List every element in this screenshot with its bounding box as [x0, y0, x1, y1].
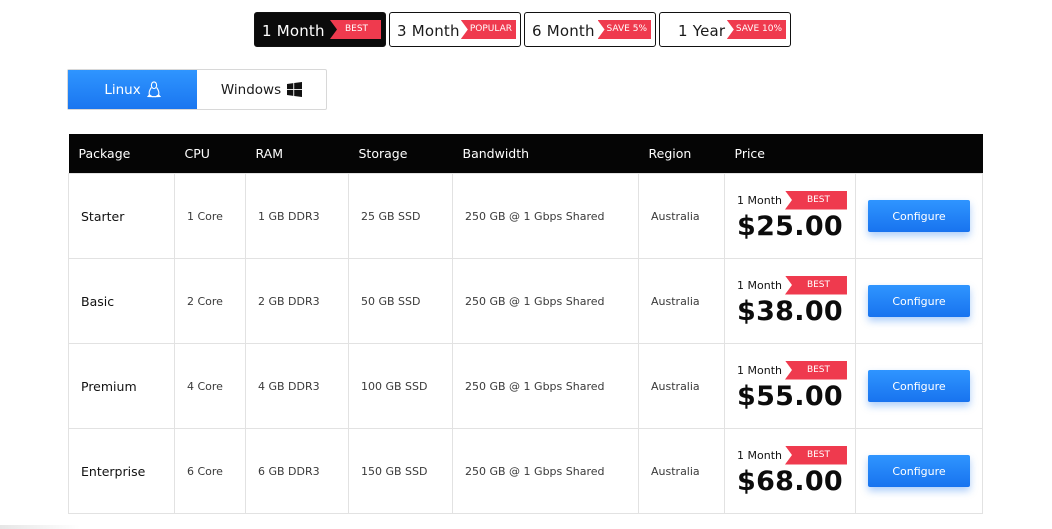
package-name: Enterprise	[68, 428, 175, 514]
configure-button[interactable]: Configure	[868, 200, 970, 232]
action-cell: Configure	[855, 258, 983, 344]
cpu-value: 1 Core	[174, 173, 246, 259]
price-cell: 1 Month BEST $38.00	[724, 258, 856, 344]
period-6-month[interactable]: 6 Month SAVE 5%	[524, 12, 656, 47]
price-period: 1 Month	[737, 448, 782, 462]
table-row: Starter 1 Core 1 GB DDR3 25 GB SSD 250 G…	[68, 173, 983, 259]
package-name: Premium	[68, 343, 175, 429]
windows-logo-icon	[287, 82, 303, 97]
price-badge: BEST	[784, 360, 847, 380]
cpu-value: 4 Core	[174, 343, 246, 429]
action-cell: Configure	[855, 343, 983, 429]
price-period: 1 Month	[737, 363, 782, 377]
cpu-value: 6 Core	[174, 428, 246, 514]
region-value: Australia	[638, 428, 725, 514]
region-value: Australia	[638, 173, 725, 259]
period-badge: POPULAR	[460, 20, 516, 39]
os-tab-linux[interactable]: Linux	[68, 70, 197, 109]
period-3-month[interactable]: 3 Month POPULAR	[389, 12, 521, 47]
price-cell: 1 Month BEST $55.00	[724, 343, 856, 429]
price-amount: $55.00	[737, 380, 843, 412]
package-name: Starter	[68, 173, 175, 259]
price-amount: $68.00	[737, 465, 843, 497]
os-selector: Linux Windows	[67, 69, 327, 110]
billing-period-selector: 1 Month BEST 3 Month POPULAR 6 Month SAV…	[254, 12, 791, 47]
period-1-year[interactable]: 1 Year SAVE 10%	[659, 12, 791, 47]
linux-penguin-icon	[146, 81, 161, 98]
period-badge: BEST	[330, 20, 381, 39]
os-tab-windows[interactable]: Windows	[197, 70, 326, 109]
price-badge: BEST	[784, 190, 847, 210]
action-cell: Configure	[855, 173, 983, 259]
configure-button[interactable]: Configure	[868, 285, 970, 317]
package-name: Basic	[68, 258, 175, 344]
bandwidth-value: 250 GB @ 1 Gbps Shared	[452, 428, 639, 514]
storage-value: 50 GB SSD	[348, 258, 453, 344]
column-header: Package	[68, 134, 175, 174]
price-period: 1 Month	[737, 278, 782, 292]
ram-value: 2 GB DDR3	[245, 258, 349, 344]
column-header: Region	[638, 134, 725, 174]
column-header: Bandwidth	[452, 134, 639, 174]
column-header: Price	[724, 134, 856, 174]
price-amount: $38.00	[737, 295, 843, 327]
storage-value: 150 GB SSD	[348, 428, 453, 514]
table-row: Premium 4 Core 4 GB DDR3 100 GB SSD 250 …	[68, 343, 983, 429]
region-value: Australia	[638, 343, 725, 429]
table-row: Basic 2 Core 2 GB DDR3 50 GB SSD 250 GB …	[68, 258, 983, 344]
period-label: 1 Year	[678, 22, 726, 40]
plans-table: Package CPU RAM Storage Bandwidth Region…	[68, 134, 983, 514]
column-header: Storage	[348, 134, 453, 174]
bandwidth-value: 250 GB @ 1 Gbps Shared	[452, 173, 639, 259]
period-label: 3 Month	[397, 22, 460, 40]
price-badge: BEST	[784, 445, 847, 465]
table-header-row: Package CPU RAM Storage Bandwidth Region…	[68, 134, 983, 174]
period-badge: SAVE 10%	[726, 20, 786, 39]
column-header: RAM	[245, 134, 349, 174]
price-cell: 1 Month BEST $68.00	[724, 428, 856, 514]
bandwidth-value: 250 GB @ 1 Gbps Shared	[452, 343, 639, 429]
storage-value: 100 GB SSD	[348, 343, 453, 429]
ram-value: 1 GB DDR3	[245, 173, 349, 259]
page-edge-shadow	[0, 525, 80, 529]
configure-button[interactable]: Configure	[868, 455, 970, 487]
region-value: Australia	[638, 258, 725, 344]
cpu-value: 2 Core	[174, 258, 246, 344]
column-header	[855, 134, 983, 174]
os-tab-label: Linux	[104, 81, 141, 98]
price-badge: BEST	[784, 275, 847, 295]
price-amount: $25.00	[737, 210, 843, 242]
configure-button[interactable]: Configure	[868, 370, 970, 402]
period-badge: SAVE 5%	[597, 20, 651, 39]
period-label: 1 Month	[262, 22, 325, 40]
period-label: 6 Month	[532, 22, 595, 40]
table-row: Enterprise 6 Core 6 GB DDR3 150 GB SSD 2…	[68, 428, 983, 514]
period-1-month[interactable]: 1 Month BEST	[254, 12, 386, 47]
action-cell: Configure	[855, 428, 983, 514]
price-cell: 1 Month BEST $25.00	[724, 173, 856, 259]
ram-value: 4 GB DDR3	[245, 343, 349, 429]
column-header: CPU	[174, 134, 246, 174]
price-period: 1 Month	[737, 193, 782, 207]
ram-value: 6 GB DDR3	[245, 428, 349, 514]
os-tab-label: Windows	[220, 81, 282, 98]
bandwidth-value: 250 GB @ 1 Gbps Shared	[452, 258, 639, 344]
storage-value: 25 GB SSD	[348, 173, 453, 259]
